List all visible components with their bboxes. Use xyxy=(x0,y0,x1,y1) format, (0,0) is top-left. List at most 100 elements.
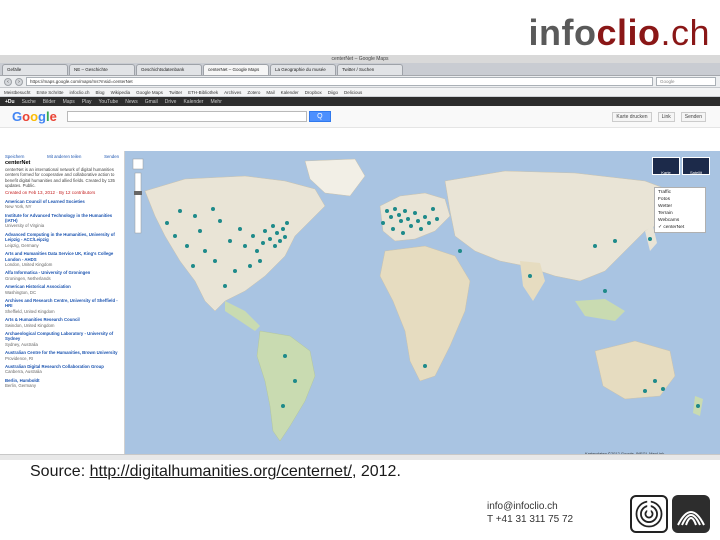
browser-search-input[interactable]: Google xyxy=(656,77,716,86)
browser-tab[interactable]: NE – Geschichte xyxy=(69,64,135,75)
browser-tab-active[interactable]: centerNet – Google Maps xyxy=(203,64,269,75)
url-bar[interactable]: https://maps.google.com/maps/ms?msid=cen… xyxy=(26,77,653,86)
browser-tab[interactable]: Gefälle xyxy=(2,64,68,75)
back-icon[interactable]: ‹ xyxy=(4,77,12,86)
map-marker xyxy=(403,209,407,213)
list-item[interactable]: Alfa Informatica - University of Groning… xyxy=(5,270,119,281)
gbar-item[interactable]: Kalender xyxy=(183,99,203,105)
gbar-item[interactable]: Bilder xyxy=(43,99,56,105)
print-button[interactable]: Karte drucken xyxy=(612,111,652,122)
entry-title[interactable]: Archives and Research Centre, University… xyxy=(5,298,119,309)
send-button[interactable]: Senden xyxy=(680,111,706,122)
list-item[interactable]: Berlin, Humboldt Berlin, Germany xyxy=(5,378,119,389)
gbar-item[interactable]: Gmail xyxy=(145,99,158,105)
map-marker xyxy=(293,379,297,383)
map-canvas[interactable]: Kartendaten ©2012 Google, INEGI, MapLink xyxy=(125,151,720,460)
map-marker xyxy=(248,264,252,268)
list-item[interactable]: Advanced Computing in the Humanities, Un… xyxy=(5,232,119,248)
world-map[interactable]: Kartendaten ©2012 Google, INEGI, MapLink… xyxy=(125,151,720,460)
list-item[interactable]: Arts and Humanities Data Service UK, Kin… xyxy=(5,251,119,267)
gbar-item[interactable]: Play xyxy=(82,99,92,105)
link-button[interactable]: Link xyxy=(657,111,675,122)
bookmark[interactable]: Wikipedia xyxy=(111,90,131,95)
layer-item-checked[interactable]: ✓ centerNet xyxy=(658,224,702,231)
bookmark[interactable]: Archives xyxy=(224,90,241,95)
list-item[interactable]: American Council of Learned Societies New… xyxy=(5,199,119,210)
source-link[interactable]: http://digitalhumanities.org/centernet/ xyxy=(90,463,352,480)
bookmark[interactable]: Zotero xyxy=(247,90,260,95)
search-icon[interactable]: Q xyxy=(308,111,331,122)
entry-title[interactable]: Advanced Computing in the Humanities, Un… xyxy=(5,232,119,243)
bookmark[interactable]: Meistbesucht xyxy=(4,90,31,95)
list-item[interactable]: Australian Centre for the Humanities, Br… xyxy=(5,350,119,361)
map-type-map[interactable]: Karte xyxy=(652,157,680,175)
bookmark[interactable]: Delicious xyxy=(344,90,362,95)
map-marker xyxy=(203,249,207,253)
bookmark[interactable]: Google Maps xyxy=(136,90,163,95)
list-item[interactable]: Archives and Research Centre, University… xyxy=(5,298,119,314)
browser-tab[interactable]: La Geographie du musée xyxy=(270,64,336,75)
bookmark[interactable]: infoclio.ch xyxy=(70,90,90,95)
share-link[interactable]: Mit anderen teilen xyxy=(47,154,81,159)
map-marker xyxy=(603,289,607,293)
browser-tab[interactable]: Twitter / Suchen xyxy=(337,64,403,75)
map-marker xyxy=(178,209,182,213)
google-logo: Google xyxy=(12,109,57,124)
forward-icon[interactable]: › xyxy=(15,77,23,86)
brand-clio: clio xyxy=(596,12,661,53)
google-bar: +Du Suche Bilder Maps Play YouTube News … xyxy=(0,97,720,106)
entry-title[interactable]: Archaeological Computing Laboratory - Un… xyxy=(5,331,119,342)
bookmark[interactable]: Dropbox xyxy=(305,90,322,95)
map-marker xyxy=(397,213,401,217)
browser-tab[interactable]: Geschichtsdatenbank xyxy=(136,64,202,75)
map-type-switcher[interactable]: Karte Satellit xyxy=(652,157,710,175)
map-marker xyxy=(271,224,275,228)
list-item[interactable]: Arts & Humanities Research Council Swindo… xyxy=(5,317,119,328)
bookmark[interactable]: Kalender xyxy=(281,90,299,95)
map-marker xyxy=(251,234,255,238)
list-item[interactable]: Archaeological Computing Laboratory - Un… xyxy=(5,331,119,347)
maps-search-input[interactable] xyxy=(66,111,307,122)
entry-title[interactable]: Institute for Advanced Technology in the… xyxy=(5,213,119,224)
entry-title[interactable]: Australian Centre for the Humanities, Br… xyxy=(5,350,119,355)
layers-menu[interactable]: Traffic Fotos Wetter Terrain Webcams ✓ c… xyxy=(654,187,706,233)
gbar-item[interactable]: +Du xyxy=(5,99,15,105)
entry-title[interactable]: Arts and Humanities Data Service UK, Kin… xyxy=(5,251,119,262)
map-marker xyxy=(238,227,242,231)
map-marker xyxy=(458,249,462,253)
map-marker xyxy=(273,244,277,248)
layer-item[interactable]: Traffic xyxy=(658,189,702,196)
map-marker xyxy=(258,259,262,263)
gbar-item[interactable]: News xyxy=(125,99,138,105)
map-marker xyxy=(653,379,657,383)
layer-item[interactable]: Webcams xyxy=(658,217,702,224)
bookmark[interactable]: Twitter xyxy=(169,90,182,95)
map-type-satellite[interactable]: Satellit xyxy=(682,157,710,175)
entry-meta: London, United Kingdom xyxy=(5,261,53,267)
layer-item[interactable]: Fotos xyxy=(658,196,702,203)
entry-meta: Canberra, Australia xyxy=(5,369,42,375)
contact-email[interactable]: info@infoclio.ch xyxy=(487,500,573,513)
gbar-item[interactable]: Drive xyxy=(165,99,177,105)
send-link[interactable]: Senden xyxy=(104,154,119,159)
map-marker xyxy=(268,237,272,241)
entry-meta: New York, NY xyxy=(5,204,32,210)
bookmark[interactable]: Erste Schritte xyxy=(37,90,64,95)
bookmark[interactable]: Mail xyxy=(266,90,274,95)
bookmark[interactable]: ETH-Bibliothek xyxy=(188,90,218,95)
gbar-item[interactable]: Maps xyxy=(63,99,75,105)
list-item[interactable]: Australian Digital Research Collaboratio… xyxy=(5,364,119,375)
gbar-item[interactable]: Mehr xyxy=(210,99,221,105)
list-item[interactable]: American Historical Association Washingto… xyxy=(5,284,119,295)
bookmark[interactable]: Diigo xyxy=(328,90,338,95)
layer-item[interactable]: Wetter xyxy=(658,203,702,210)
map-marker xyxy=(228,239,232,243)
save-link[interactable]: Speichern xyxy=(5,154,24,159)
bookmark[interactable]: Blog xyxy=(96,90,105,95)
list-item[interactable]: Institute for Advanced Technology in the… xyxy=(5,213,119,229)
map-marker xyxy=(218,219,222,223)
layer-item[interactable]: Terrain xyxy=(658,210,702,217)
entry-meta: Sheffield, United Kingdom xyxy=(5,308,55,314)
gbar-item[interactable]: YouTube xyxy=(99,99,119,105)
gbar-item[interactable]: Suche xyxy=(22,99,36,105)
